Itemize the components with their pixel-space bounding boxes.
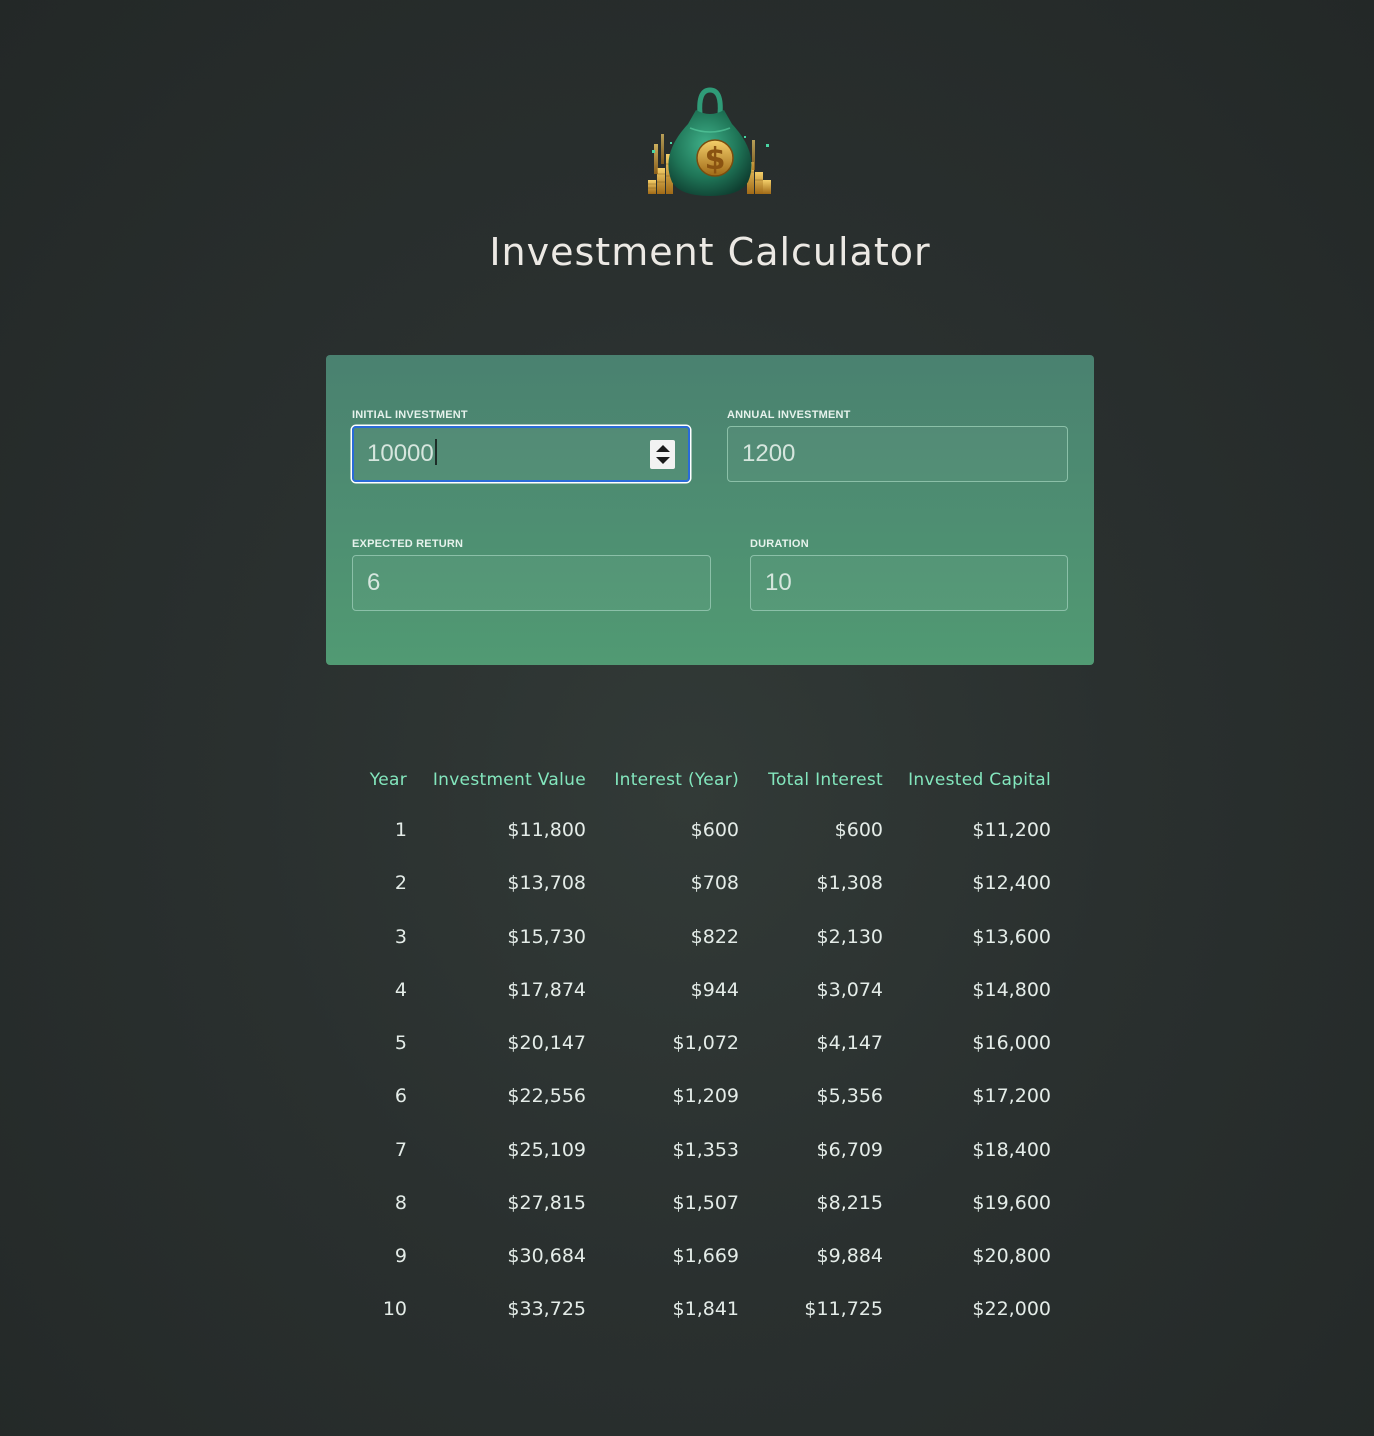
table-row: 8 $27,815 $1,507 $8,215 $19,600 <box>0 1183 1374 1223</box>
duration-field: DURATION 10 <box>750 537 1068 611</box>
initial-investment-value: 10000 <box>367 440 434 467</box>
invested-capital-cell: $16,000 <box>972 1032 1051 1054</box>
year-cell: 2 <box>394 872 407 894</box>
year-cell: 6 <box>394 1085 407 1107</box>
initial-investment-label: INITIAL INVESTMENT <box>352 409 468 421</box>
total-interest-cell: $5,356 <box>816 1085 883 1107</box>
invested-capital-cell: $22,000 <box>972 1298 1051 1320</box>
investment-value-cell: $20,147 <box>507 1032 586 1054</box>
annual-investment-label: ANNUAL INVESTMENT <box>727 409 851 421</box>
total-interest-cell: $3,074 <box>816 979 883 1001</box>
invested-capital-cell: $20,800 <box>972 1245 1051 1267</box>
total-interest-cell: $1,308 <box>816 872 883 894</box>
investment-value-cell: $13,708 <box>507 872 586 894</box>
invested-capital-cell: $18,400 <box>972 1139 1051 1161</box>
total-interest-cell: $600 <box>834 819 883 841</box>
interest-year-cell: $1,507 <box>672 1192 739 1214</box>
svg-text:$: $ <box>705 142 726 177</box>
investment-value-cell: $22,556 <box>507 1085 586 1107</box>
interest-year-cell: $1,669 <box>672 1245 739 1267</box>
header-invested-capital: Invested Capital <box>908 770 1051 790</box>
table-row: 7 $25,109 $1,353 $6,709 $18,400 <box>0 1130 1374 1170</box>
total-interest-cell: $6,709 <box>816 1139 883 1161</box>
investment-value-cell: $11,800 <box>507 819 586 841</box>
year-cell: 9 <box>394 1245 407 1267</box>
investment-value-cell: $27,815 <box>507 1192 586 1214</box>
investment-value-cell: $30,684 <box>507 1245 586 1267</box>
total-interest-cell: $8,215 <box>816 1192 883 1214</box>
table-row: 6 $22,556 $1,209 $5,356 $17,200 <box>0 1076 1374 1116</box>
expected-return-input[interactable]: 6 <box>352 555 711 611</box>
investment-value-cell: $25,109 <box>507 1139 586 1161</box>
year-cell: 8 <box>394 1192 407 1214</box>
year-cell: 4 <box>394 979 407 1001</box>
stepper-down-icon[interactable] <box>656 457 670 464</box>
header-interest-year: Interest (Year) <box>614 770 739 790</box>
annual-investment-field: ANNUAL INVESTMENT 1200 <box>727 408 1068 482</box>
invested-capital-cell: $19,600 <box>972 1192 1051 1214</box>
text-caret <box>434 439 437 465</box>
invested-capital-cell: $11,200 <box>972 819 1051 841</box>
investment-value-cell: $33,725 <box>507 1298 586 1320</box>
total-interest-cell: $9,884 <box>816 1245 883 1267</box>
input-panel: INITIAL INVESTMENT 10000 ANNUAL INVESTME… <box>326 355 1094 665</box>
header-total-interest: Total Interest <box>768 770 883 790</box>
invested-capital-cell: $12,400 <box>972 872 1051 894</box>
expected-return-value: 6 <box>367 569 381 596</box>
total-interest-cell: $2,130 <box>816 926 883 948</box>
investment-value-cell: $15,730 <box>507 926 586 948</box>
table-row: 1 $11,800 $600 $600 $11,200 <box>0 810 1374 850</box>
initial-investment-input[interactable]: 10000 <box>352 426 690 482</box>
invested-capital-cell: $17,200 <box>972 1085 1051 1107</box>
total-interest-cell: $4,147 <box>816 1032 883 1054</box>
year-cell: 10 <box>382 1298 407 1320</box>
number-stepper[interactable] <box>650 440 675 469</box>
duration-input[interactable]: 10 <box>750 555 1068 611</box>
stepper-up-icon[interactable] <box>656 445 670 452</box>
table-row: 9 $30,684 $1,669 $9,884 $20,800 <box>0 1236 1374 1276</box>
initial-investment-field: INITIAL INVESTMENT 10000 <box>352 408 690 482</box>
table-row: 4 $17,874 $944 $3,074 $14,800 <box>0 970 1374 1010</box>
duration-label: DURATION <box>750 538 809 550</box>
header: $ Investment Calculator <box>0 0 1374 300</box>
year-cell: 3 <box>394 926 407 948</box>
interest-year-cell: $1,072 <box>672 1032 739 1054</box>
interest-year-cell: $708 <box>690 872 739 894</box>
investment-value-cell: $17,874 <box>507 979 586 1001</box>
interest-year-cell: $1,353 <box>672 1139 739 1161</box>
interest-year-cell: $1,209 <box>672 1085 739 1107</box>
header-year: Year <box>369 770 407 790</box>
table-row: 2 $13,708 $708 $1,308 $12,400 <box>0 863 1374 903</box>
invested-capital-cell: $13,600 <box>972 926 1051 948</box>
table-row: 3 $15,730 $822 $2,130 $13,600 <box>0 917 1374 957</box>
annual-investment-input[interactable]: 1200 <box>727 426 1068 482</box>
year-cell: 1 <box>394 819 407 841</box>
interest-year-cell: $944 <box>690 979 739 1001</box>
interest-year-cell: $1,841 <box>672 1298 739 1320</box>
interest-year-cell: $822 <box>690 926 739 948</box>
header-investment-value: Investment Value <box>432 770 586 790</box>
year-cell: 5 <box>394 1032 407 1054</box>
duration-value: 10 <box>765 569 792 596</box>
expected-return-label: EXPECTED RETURN <box>352 538 464 550</box>
year-cell: 7 <box>394 1139 407 1161</box>
page-title: Investment Calculator <box>489 230 931 274</box>
table-header-row: Year Investment Value Interest (Year) To… <box>0 756 1374 796</box>
interest-year-cell: $600 <box>690 819 739 841</box>
table-row: 5 $20,147 $1,072 $4,147 $16,000 <box>0 1023 1374 1063</box>
total-interest-cell: $11,725 <box>804 1298 883 1320</box>
invested-capital-cell: $14,800 <box>972 979 1051 1001</box>
annual-investment-value: 1200 <box>742 440 796 467</box>
expected-return-field: EXPECTED RETURN 6 <box>352 537 711 611</box>
money-bag-icon: $ <box>648 87 771 196</box>
table-row: 10 $33,725 $1,841 $11,725 $22,000 <box>0 1289 1374 1329</box>
